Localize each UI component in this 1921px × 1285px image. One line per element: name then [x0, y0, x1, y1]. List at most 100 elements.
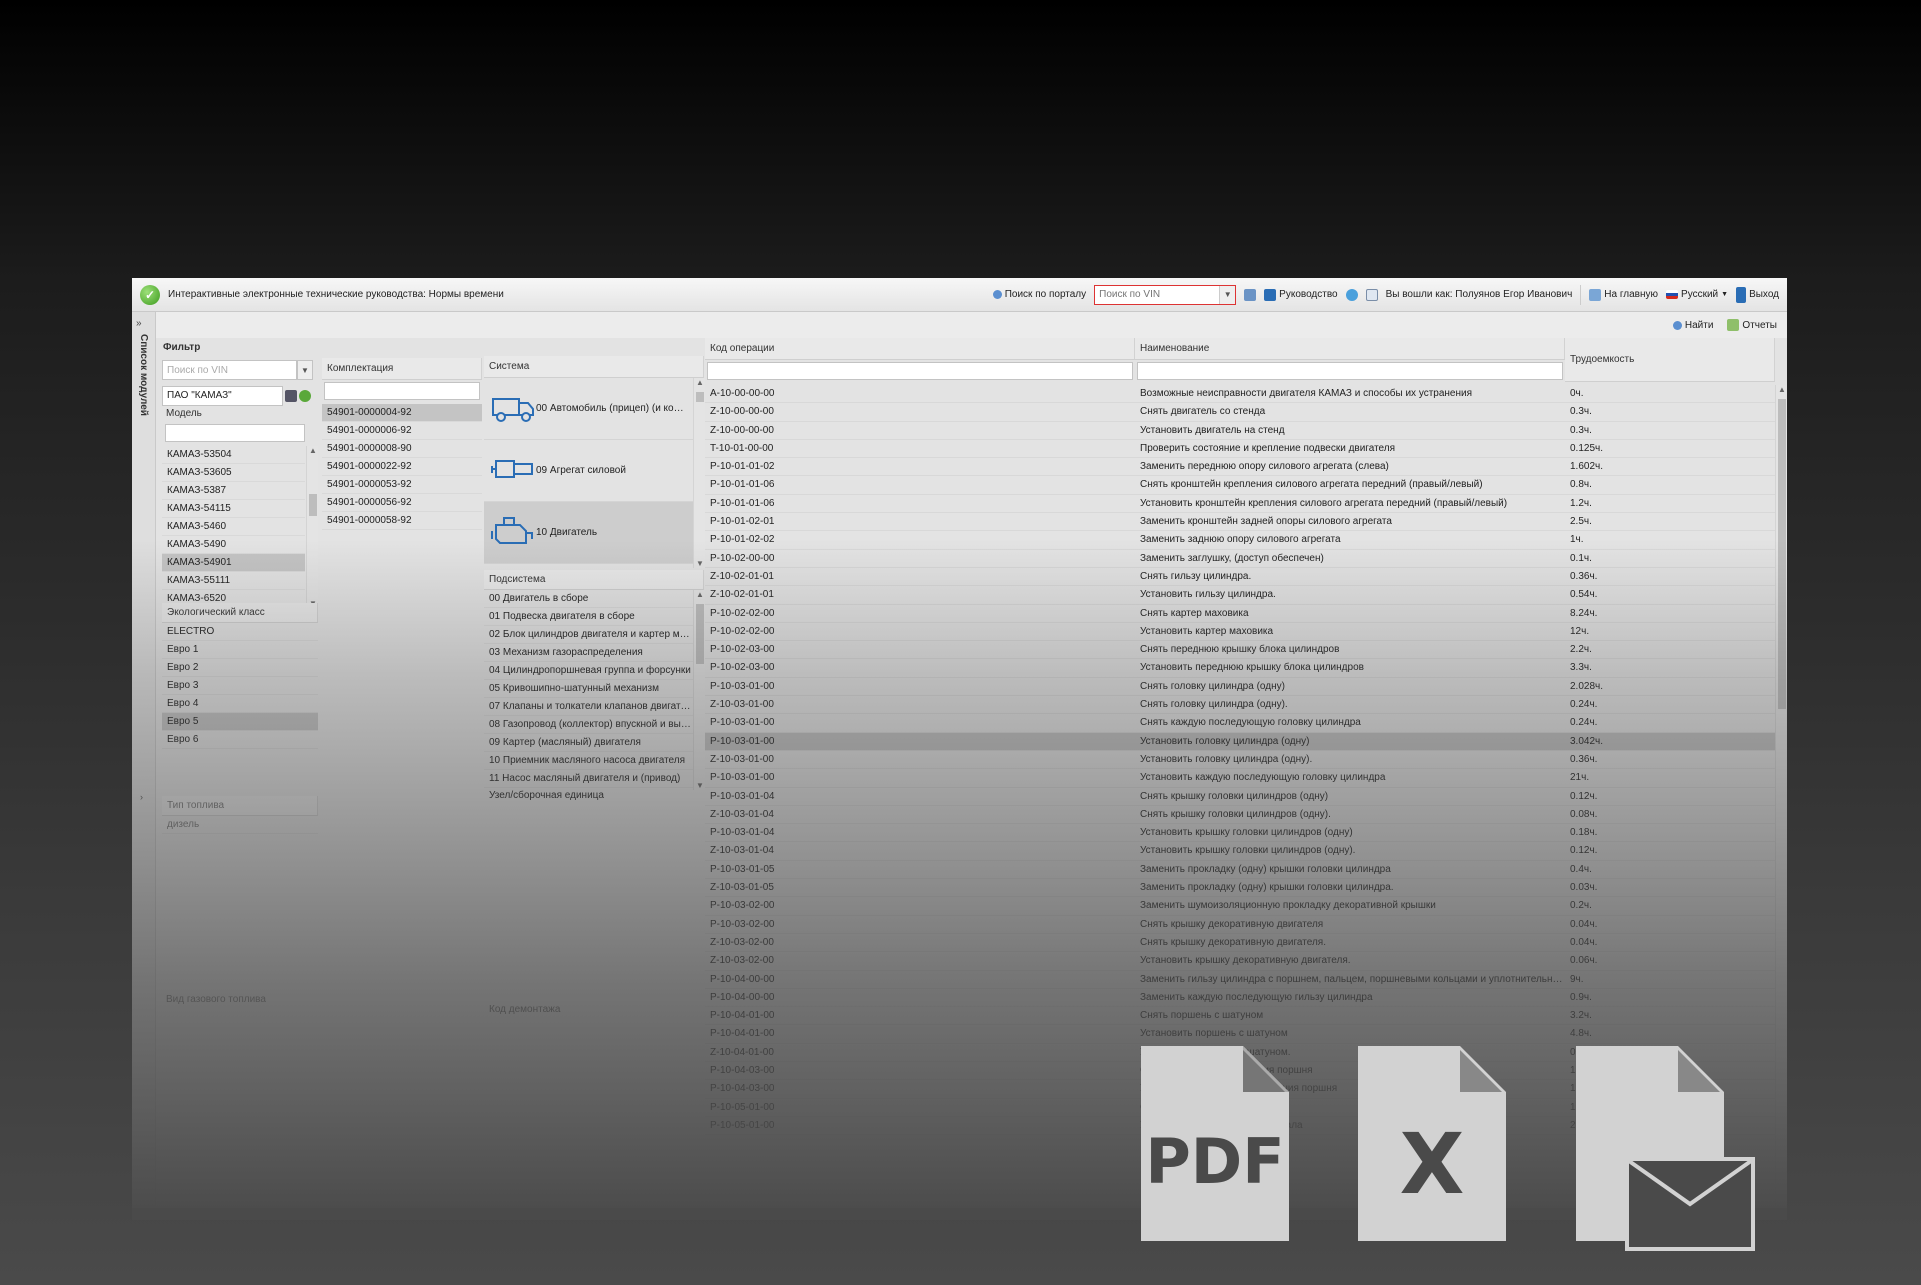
- eco-class-item[interactable]: Евро 6: [162, 731, 318, 749]
- config-list-item[interactable]: 54901-0000056-92: [322, 494, 482, 512]
- table-row[interactable]: P-10-02-03-00 Снять переднюю крышку блока…: [705, 641, 1775, 660]
- table-row[interactable]: Z-10-02-01-01 Снять гильзу цилиндра. 0.36ч…: [705, 568, 1775, 587]
- reports-button[interactable]: Отчеты: [1727, 319, 1777, 331]
- table-row[interactable]: P-10-02-03-00 Установить переднюю крышку …: [705, 659, 1775, 678]
- chevron-down-icon[interactable]: ▼: [1219, 285, 1236, 304]
- config-list-item[interactable]: 54901-0000022-92: [322, 458, 482, 476]
- table-row[interactable]: P-10-03-01-00 Установить головку цилиндра…: [705, 732, 1775, 751]
- eco-class-item[interactable]: Евро 1: [162, 641, 318, 659]
- table-row[interactable]: P-10-03-02-00 Снять крышку декоративную д…: [705, 916, 1775, 934]
- code-filter-input[interactable]: [707, 362, 1133, 380]
- table-row[interactable]: P-10-02-02-00 Установить картер маховика 1…: [705, 623, 1775, 642]
- portal-search-link[interactable]: Поиск по порталу: [992, 289, 1086, 300]
- model-list-item[interactable]: КАМАЗ-5490: [162, 536, 305, 554]
- email-export-icon[interactable]: [1576, 1046, 1756, 1256]
- guide-link[interactable]: Руководство: [1264, 288, 1338, 301]
- grid-icon[interactable]: [285, 390, 297, 402]
- column-header-name[interactable]: Наименование: [1135, 338, 1565, 360]
- table-row[interactable]: Z-10-02-01-01 Установить гильзу цилиндра.…: [705, 586, 1775, 605]
- find-button[interactable]: Найти: [1672, 320, 1713, 331]
- table-row[interactable]: Z-10-03-01-00 Снять головку цилиндра (одн…: [705, 696, 1775, 715]
- language-select[interactable]: Русский ▼: [1666, 289, 1728, 300]
- table-row[interactable]: P-10-04-01-00 Установить поршень с шатуно…: [705, 1025, 1775, 1044]
- table-row[interactable]: Z-10-03-02-00 Установить крышку декоратив…: [705, 952, 1775, 971]
- scroll-thumb[interactable]: [696, 604, 704, 664]
- scroll-thumb[interactable]: [696, 392, 704, 402]
- config-filter-input[interactable]: [324, 382, 480, 400]
- table-row[interactable]: P-10-01-02-02 Заменить заднюю опору силов…: [705, 531, 1775, 550]
- table-row[interactable]: Z-10-03-01-00 Установить головку цилиндра…: [705, 751, 1775, 770]
- scroll-up-icon[interactable]: ▲: [1776, 385, 1787, 394]
- subsystem-list-item[interactable]: 11 Насос масляный двигателя и (привод): [484, 770, 693, 788]
- model-scrollbar[interactable]: ▲ ▼: [306, 446, 318, 608]
- table-row[interactable]: P-10-01-01-02 Заменить переднюю опору сил…: [705, 458, 1775, 477]
- model-list-item[interactable]: КАМАЗ-54115: [162, 500, 305, 518]
- filter-vin-input[interactable]: [162, 360, 297, 380]
- table-row[interactable]: Z-10-03-01-04 Снять крышку головки цилинд…: [705, 806, 1775, 825]
- model-list-item[interactable]: КАМАЗ-55111: [162, 572, 305, 590]
- subsystem-scrollbar[interactable]: ▲ ▼: [693, 590, 705, 790]
- subsystem-list-item[interactable]: 07 Клапаны и толкатели клапанов двигател…: [484, 698, 693, 716]
- eco-class-item[interactable]: ELECTRO: [162, 623, 318, 641]
- table-row[interactable]: P-10-03-01-04 Снять крышку головки цилинд…: [705, 788, 1775, 806]
- table-row[interactable]: P-10-03-02-00 Заменить шумоизоляционную п…: [705, 897, 1775, 916]
- config-list-item[interactable]: 54901-0000053-92: [322, 476, 482, 494]
- fuel-type-item[interactable]: дизель: [162, 816, 318, 834]
- subsystem-list-item[interactable]: 00 Двигатель в сборе: [484, 590, 693, 608]
- logout-link[interactable]: Выход: [1736, 286, 1779, 303]
- refresh-icon[interactable]: [299, 390, 311, 402]
- subsystem-list-item[interactable]: 04 Цилиндропоршневая группа и форсунки: [484, 662, 693, 680]
- table-row[interactable]: Z-10-03-01-05 Заменить прокладку (одну) к…: [705, 879, 1775, 898]
- table-row[interactable]: P-10-01-01-06 Снять кронштейн крепления с…: [705, 476, 1775, 495]
- subsystem-list-item[interactable]: 05 Кривошипно-шатунный механизм: [484, 680, 693, 698]
- chat-icon[interactable]: [1345, 288, 1358, 301]
- subsystem-list-item[interactable]: 08 Газопровод (коллектор) впускной и вып…: [484, 716, 693, 734]
- chevron-down-icon[interactable]: ▼: [297, 360, 313, 380]
- system-list-item[interactable]: 00 Автомобиль (прицеп) (и комплект): [484, 378, 693, 440]
- table-row[interactable]: A-10-00-00-00 Возможные неисправности дви…: [705, 385, 1775, 404]
- eco-class-item[interactable]: Евро 2: [162, 659, 318, 677]
- eco-class-item[interactable]: Евро 5: [162, 713, 318, 731]
- config-list-item[interactable]: 54901-0000004-92: [322, 404, 482, 422]
- table-row[interactable]: P-10-01-01-06 Установить кронштейн крепле…: [705, 495, 1775, 514]
- scroll-thumb[interactable]: [309, 494, 317, 516]
- eco-class-item[interactable]: Евро 3: [162, 677, 318, 695]
- table-row[interactable]: P-10-01-02-01 Заменить кронштейн задней о…: [705, 513, 1775, 532]
- system-list-item[interactable]: 10 Двигатель: [484, 502, 693, 564]
- table-row[interactable]: T-10-01-00-00 Проверить состояние и крепл…: [705, 440, 1775, 459]
- config-list-item[interactable]: 54901-0000008-90: [322, 440, 482, 458]
- model-list-item[interactable]: КАМАЗ-5460: [162, 518, 305, 536]
- table-row[interactable]: Z-10-00-00-00 Снять двигатель со стенда 0.…: [705, 403, 1775, 422]
- manufacturer-field[interactable]: ПАО "КАМАЗ": [162, 386, 315, 406]
- subsystem-list-item[interactable]: 02 Блок цилиндров двигателя и картер мах…: [484, 626, 693, 644]
- vin-search-combo[interactable]: ▼: [1094, 284, 1237, 305]
- model-filter-input[interactable]: [165, 424, 305, 442]
- home-link[interactable]: На главную: [1589, 288, 1658, 301]
- config-list-item[interactable]: 54901-0000058-92: [322, 512, 482, 530]
- subsystem-list-item[interactable]: 03 Механизм газораспределения: [484, 644, 693, 662]
- table-row[interactable]: P-10-03-01-00 Снять головку цилиндра (одн…: [705, 678, 1775, 697]
- table-row[interactable]: P-10-02-02-00 Снять картер маховика 8.24ч.: [705, 605, 1775, 623]
- vin-search-input[interactable]: [1095, 285, 1220, 304]
- config-list-item[interactable]: 54901-0000006-92: [322, 422, 482, 440]
- system-list-item[interactable]: 09 Агрегат силовой: [484, 440, 693, 502]
- filter-vin-combo[interactable]: ▼: [162, 360, 315, 380]
- user-card-icon[interactable]: [1365, 288, 1378, 301]
- scroll-thumb[interactable]: [1778, 399, 1786, 709]
- table-row[interactable]: P-10-03-01-05 Заменить прокладку (одну) к…: [705, 861, 1775, 880]
- table-row[interactable]: P-10-04-00-00 Заменить гильзу цилиндра с …: [705, 971, 1775, 989]
- model-list-item[interactable]: КАМАЗ-54901: [162, 554, 305, 572]
- table-row[interactable]: P-10-04-00-00 Заменить каждую последующую…: [705, 989, 1775, 1008]
- scroll-up-icon[interactable]: ▲: [307, 446, 319, 455]
- modules-side-tab[interactable]: » Список модулей ›: [132, 312, 156, 1208]
- model-list-item[interactable]: КАМАЗ-53504: [162, 446, 305, 464]
- model-list-item[interactable]: КАМАЗ-53605: [162, 464, 305, 482]
- expand-icon[interactable]: »: [136, 318, 142, 329]
- table-row[interactable]: Z-10-00-00-00 Установить двигатель на сте…: [705, 422, 1775, 440]
- table-row[interactable]: P-10-03-01-00 Снять каждую последующую го…: [705, 714, 1775, 733]
- column-header-code[interactable]: Код операции: [705, 338, 1135, 360]
- subsystem-list-item[interactable]: 01 Подвеска двигателя в сборе: [484, 608, 693, 626]
- table-row[interactable]: Z-10-03-02-00 Снять крышку декоративную д…: [705, 934, 1775, 953]
- table-row[interactable]: P-10-03-01-00 Установить каждую последующ…: [705, 769, 1775, 788]
- column-header-labor[interactable]: Трудоемкость: [1565, 338, 1775, 382]
